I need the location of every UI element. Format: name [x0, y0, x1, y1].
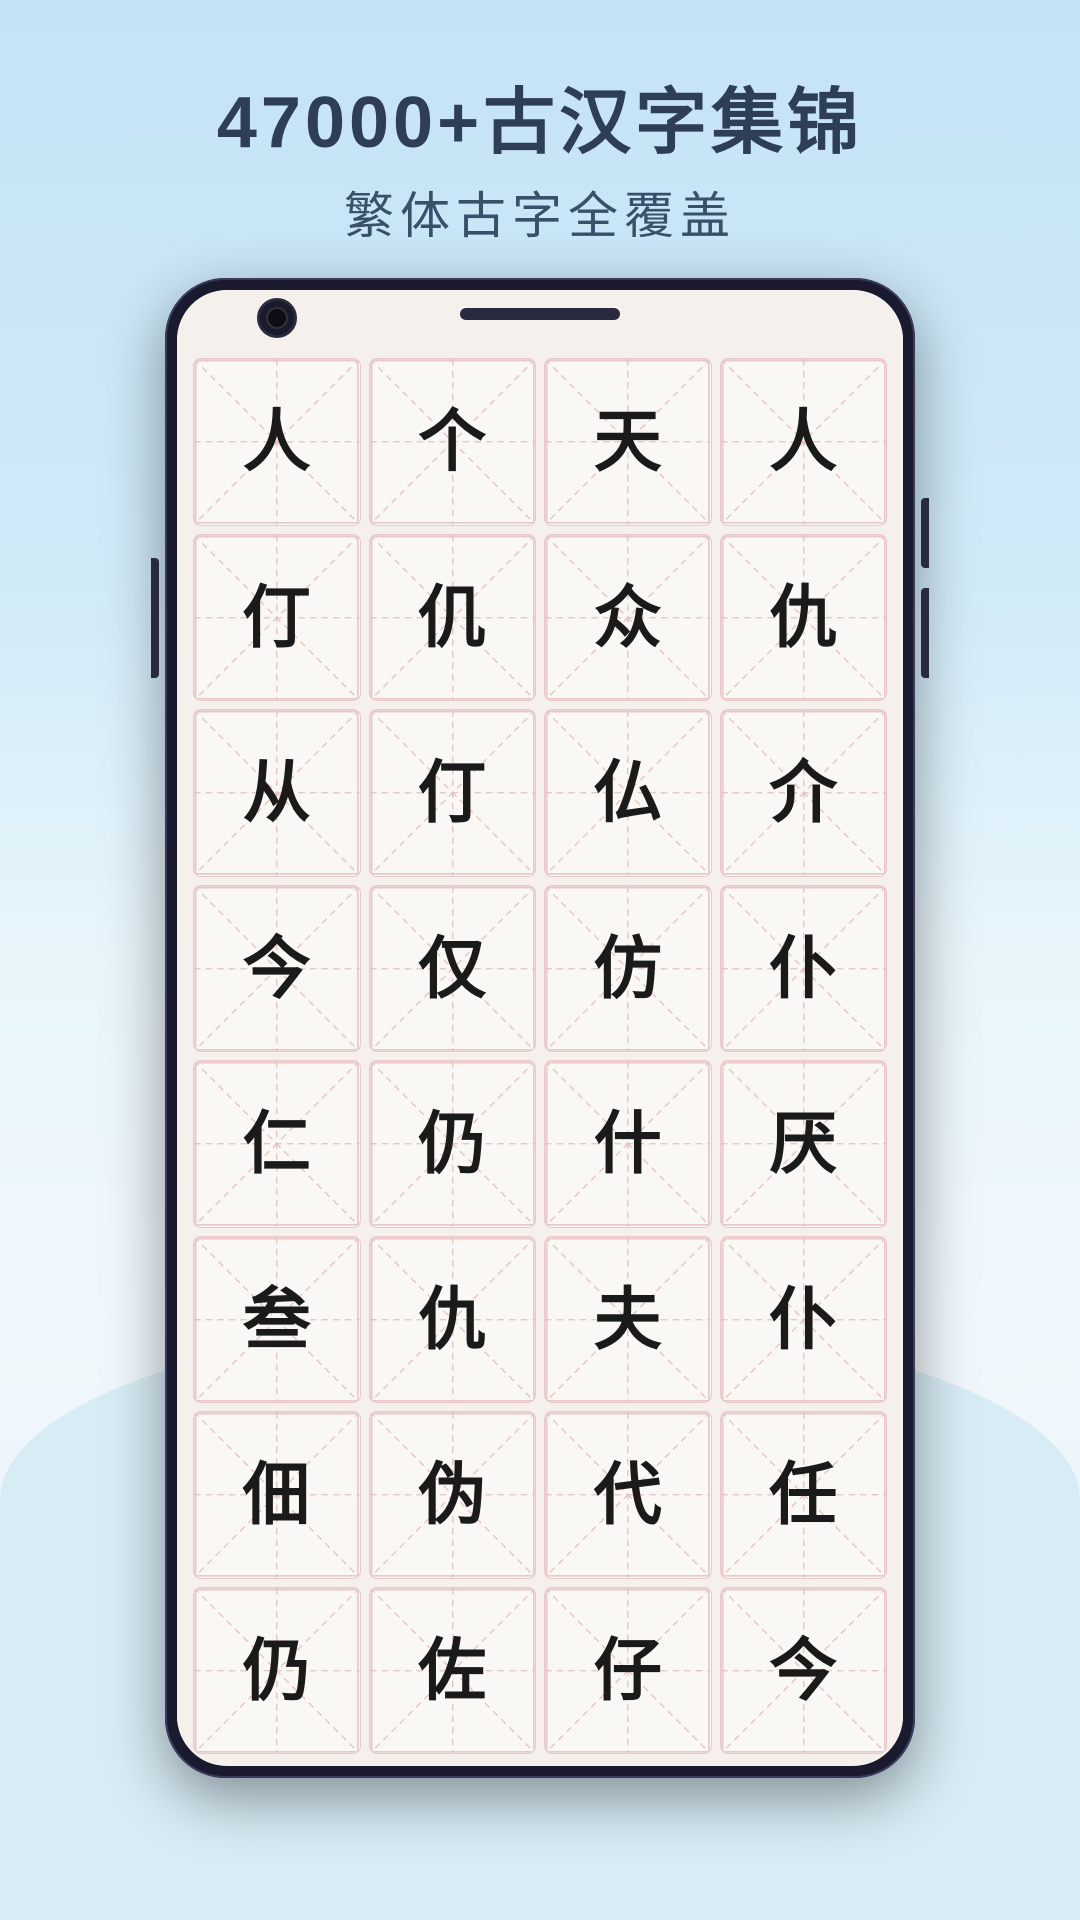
char-cell[interactable]: 今 [720, 1587, 888, 1755]
char-cell[interactable]: 仇 [720, 534, 888, 702]
char-cell[interactable]: 伪 [369, 1411, 537, 1579]
char-cell[interactable]: 今 [193, 885, 361, 1053]
chinese-character: 佃 [243, 1461, 311, 1529]
char-cell[interactable]: 仍 [193, 1587, 361, 1755]
chinese-character: 叁 [243, 1286, 311, 1354]
chinese-character: 人 [243, 408, 311, 476]
char-cell[interactable]: 夫 [544, 1236, 712, 1404]
chinese-character: 仇 [418, 1286, 486, 1354]
char-cell[interactable]: 仉 [369, 534, 537, 702]
volume-down-button [921, 588, 929, 678]
char-cell[interactable]: 人 [720, 358, 888, 526]
chinese-character: 代 [594, 1461, 662, 1529]
chinese-character: 从 [243, 759, 311, 827]
char-cell[interactable]: 仏 [544, 709, 712, 877]
chinese-character: 厌 [769, 1110, 837, 1178]
chinese-character: 仿 [594, 935, 662, 1003]
char-cell[interactable]: 任 [720, 1411, 888, 1579]
main-title: 47000+古汉字集锦 [217, 80, 863, 166]
chinese-character: 佐 [418, 1637, 486, 1705]
chinese-character: 仆 [769, 1286, 837, 1354]
main-page: 47000+古汉字集锦 繁体古字全覆盖 人个天人仃仉众仇从仃仏介今仅仿仆仁仍什厌… [0, 0, 1080, 1920]
char-cell[interactable]: 仆 [720, 885, 888, 1053]
char-cell[interactable]: 仃 [193, 534, 361, 702]
chinese-character: 介 [769, 759, 837, 827]
chinese-character: 仃 [243, 584, 311, 652]
chinese-character: 仃 [418, 759, 486, 827]
chinese-character: 仏 [594, 759, 662, 827]
chinese-character: 任 [769, 1461, 837, 1529]
char-cell[interactable]: 天 [544, 358, 712, 526]
chinese-character: 仍 [418, 1110, 486, 1178]
char-cell[interactable]: 仿 [544, 885, 712, 1053]
chinese-character: 仁 [243, 1110, 311, 1178]
header-section: 47000+古汉字集锦 繁体古字全覆盖 [217, 80, 863, 248]
chinese-character: 仇 [769, 584, 837, 652]
power-button [151, 558, 159, 678]
char-cell[interactable]: 个 [369, 358, 537, 526]
char-cell[interactable]: 仆 [720, 1236, 888, 1404]
status-bar [177, 290, 903, 350]
char-cell[interactable]: 仃 [369, 709, 537, 877]
chinese-character: 天 [594, 408, 662, 476]
char-cell[interactable]: 什 [544, 1060, 712, 1228]
char-cell[interactable]: 仅 [369, 885, 537, 1053]
volume-up-button [921, 498, 929, 568]
chinese-character: 个 [418, 408, 486, 476]
phone-screen: 人个天人仃仉众仇从仃仏介今仅仿仆仁仍什厌叁仇夫仆佃伪代任仍佐仔今 [177, 290, 903, 1766]
chinese-character: 伪 [418, 1461, 486, 1529]
front-camera [257, 298, 297, 338]
chinese-character: 人 [769, 408, 837, 476]
char-cell[interactable]: 仍 [369, 1060, 537, 1228]
char-cell[interactable]: 厌 [720, 1060, 888, 1228]
chinese-character: 仍 [243, 1637, 311, 1705]
char-cell[interactable]: 佃 [193, 1411, 361, 1579]
chinese-character: 仆 [769, 935, 837, 1003]
chinese-character: 今 [243, 935, 311, 1003]
char-cell[interactable]: 代 [544, 1411, 712, 1579]
char-cell[interactable]: 仔 [544, 1587, 712, 1755]
char-cell[interactable]: 叁 [193, 1236, 361, 1404]
char-cell[interactable]: 仇 [369, 1236, 537, 1404]
char-cell[interactable]: 人 [193, 358, 361, 526]
chinese-character: 今 [769, 1637, 837, 1705]
speaker-grille [460, 308, 620, 320]
char-cell[interactable]: 佐 [369, 1587, 537, 1755]
chinese-character: 夫 [594, 1286, 662, 1354]
chinese-character: 仉 [418, 584, 486, 652]
chinese-character: 什 [594, 1110, 662, 1178]
phone-frame: 人个天人仃仉众仇从仃仏介今仅仿仆仁仍什厌叁仇夫仆佃伪代任仍佐仔今 [165, 278, 915, 1778]
subtitle: 繁体古字全覆盖 [217, 176, 863, 248]
char-cell[interactable]: 介 [720, 709, 888, 877]
chinese-character: 众 [594, 584, 662, 652]
char-cell[interactable]: 众 [544, 534, 712, 702]
chinese-character: 仅 [418, 935, 486, 1003]
character-grid: 人个天人仃仉众仇从仃仏介今仅仿仆仁仍什厌叁仇夫仆佃伪代任仍佐仔今 [177, 350, 903, 1762]
char-cell[interactable]: 从 [193, 709, 361, 877]
char-cell[interactable]: 仁 [193, 1060, 361, 1228]
chinese-character: 仔 [594, 1637, 662, 1705]
